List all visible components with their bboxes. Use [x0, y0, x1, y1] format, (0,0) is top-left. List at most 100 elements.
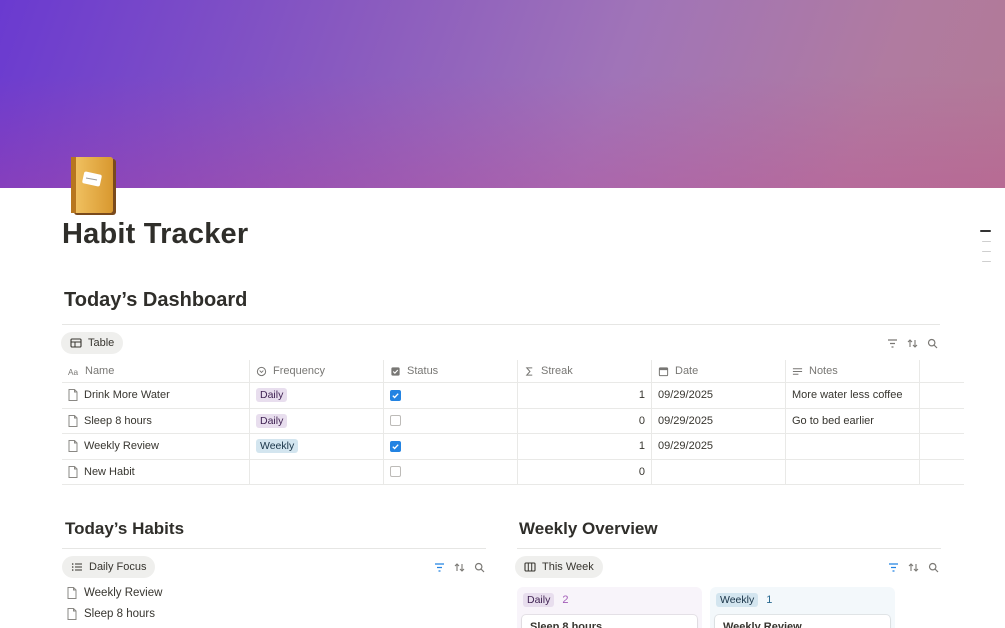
board-column-weekly: Weekly 1 Weekly Review: [710, 587, 895, 628]
board-column-daily: Daily 2 Sleep 8 hours: [517, 587, 702, 628]
cell-notes[interactable]: Go to bed earlier: [786, 408, 920, 433]
streak-value: 0: [638, 465, 645, 478]
frequency-tag: Weekly: [256, 439, 299, 454]
text-icon: Aa: [68, 368, 79, 377]
check-icon: [392, 392, 399, 399]
page-title: Habit Tracker: [62, 218, 249, 250]
list-item[interactable]: Sleep 8 hours: [67, 608, 155, 620]
frequency-tag: Daily: [256, 388, 288, 403]
habit-name: New Habit: [84, 465, 135, 478]
status-checkbox[interactable]: [390, 466, 401, 478]
view-tab-label: Daily Focus: [89, 561, 147, 573]
cell-frequency[interactable]: Daily: [250, 408, 384, 433]
cell-empty: [920, 434, 964, 459]
sort-icon[interactable]: [907, 338, 918, 349]
view-tab-table[interactable]: Table: [61, 332, 124, 354]
streak-value: 1: [638, 440, 645, 453]
view-tab-label: Table: [88, 337, 115, 349]
table-row[interactable]: Sleep 8 hours Daily 0 09/29/2025 Go to bed e…: [62, 408, 964, 434]
table-row[interactable]: Weekly Review Weekly 1 09/29/2025: [62, 434, 964, 460]
cell-notes[interactable]: More water less coffee: [786, 383, 920, 408]
cell-notes[interactable]: [786, 459, 920, 484]
list-item[interactable]: Weekly Review: [67, 587, 162, 599]
table-of-contents-toggle[interactable]: [980, 230, 991, 271]
search-icon[interactable]: [928, 562, 939, 573]
divider: [62, 324, 940, 325]
board-icon: [524, 562, 536, 572]
page-icon: [68, 440, 78, 453]
search-icon[interactable]: [474, 562, 485, 573]
page-icon: [68, 389, 78, 402]
habit-name: Sleep 8 hours: [84, 414, 152, 427]
column-header-notes[interactable]: Notes: [786, 360, 920, 382]
column-header-name[interactable]: Aa Name: [62, 360, 250, 382]
dashboard-heading: Today’s Dashboard: [64, 289, 248, 311]
column-header-streak[interactable]: Streak: [518, 360, 652, 382]
divider: [517, 548, 941, 549]
search-icon[interactable]: [927, 338, 938, 349]
cell-empty: [920, 460, 964, 485]
cell-date[interactable]: 09/29/2025: [652, 408, 786, 433]
cell-name[interactable]: Weekly Review: [62, 434, 250, 459]
cell-name[interactable]: Drink More Water: [62, 383, 250, 408]
cell-date[interactable]: 09/29/2025: [652, 383, 786, 408]
column-header-date[interactable]: Date: [652, 360, 786, 382]
cell-date[interactable]: [652, 459, 786, 484]
status-checkbox[interactable]: [390, 415, 401, 427]
group-count: 1: [766, 594, 773, 606]
habits-heading: Today’s Habits: [65, 519, 185, 538]
cell-status: [384, 434, 518, 459]
view-tab-daily-focus[interactable]: Daily Focus: [62, 556, 156, 578]
check-icon: [392, 443, 399, 450]
column-header-status[interactable]: Status: [384, 360, 518, 382]
cell-empty: [920, 383, 964, 408]
add-column-cell[interactable]: [920, 360, 964, 382]
filter-icon[interactable]: [887, 338, 898, 349]
cell-streak[interactable]: 1: [518, 383, 652, 408]
status-checkbox[interactable]: [390, 389, 401, 401]
cell-frequency[interactable]: [250, 459, 384, 484]
habit-name: Weekly Review: [84, 440, 159, 453]
date-value: 09/29/2025: [658, 414, 714, 427]
frequency-tag: Daily: [256, 413, 288, 428]
cell-date[interactable]: 09/29/2025: [652, 434, 786, 459]
board-card[interactable]: Sleep 8 hours: [522, 615, 697, 628]
table-row[interactable]: New Habit 0: [62, 459, 964, 485]
streak-value: 1: [638, 389, 645, 402]
table-row[interactable]: Drink More Water Daily 1 09/29/2025 More wat…: [62, 383, 964, 409]
view-tab-label: This Week: [542, 561, 594, 573]
streak-value: 0: [638, 414, 645, 427]
habit-name: Drink More Water: [84, 389, 170, 402]
cell-name[interactable]: Sleep 8 hours: [62, 408, 250, 433]
cell-streak[interactable]: 1: [518, 434, 652, 459]
group-tag: Daily: [523, 593, 555, 607]
table-header-row: Aa Name Frequency Status Streak Date Not…: [62, 360, 964, 383]
cell-empty: [920, 409, 964, 434]
date-value: 09/29/2025: [658, 440, 714, 453]
cell-frequency[interactable]: Daily: [250, 383, 384, 408]
group-count: 2: [562, 594, 569, 606]
cell-streak[interactable]: 0: [518, 459, 652, 484]
view-tab-this-week[interactable]: This Week: [515, 556, 603, 578]
column-header-frequency[interactable]: Frequency: [250, 360, 384, 382]
sort-icon[interactable]: [454, 562, 465, 573]
notes-value: More water less coffee: [792, 389, 903, 402]
filter-icon[interactable]: [434, 562, 445, 573]
board-card[interactable]: Weekly Review: [715, 615, 890, 628]
lines-icon: [792, 367, 803, 375]
svg-text:Aa: Aa: [68, 368, 79, 377]
cover-image: [0, 0, 1005, 188]
filter-icon[interactable]: [888, 562, 899, 573]
checkbox-icon: [391, 366, 400, 376]
ledger-book-icon[interactable]: [68, 156, 120, 218]
weekly-heading: Weekly Overview: [519, 519, 658, 538]
cell-notes[interactable]: [786, 434, 920, 459]
habits-table: Aa Name Frequency Status Streak Date Not…: [62, 360, 964, 485]
cell-status: [384, 383, 518, 408]
cell-name[interactable]: New Habit: [62, 459, 250, 484]
cell-frequency[interactable]: Weekly: [250, 434, 384, 459]
sort-icon[interactable]: [908, 562, 919, 573]
status-checkbox[interactable]: [390, 440, 401, 452]
cell-streak[interactable]: 0: [518, 408, 652, 433]
list-icon: [71, 563, 82, 571]
